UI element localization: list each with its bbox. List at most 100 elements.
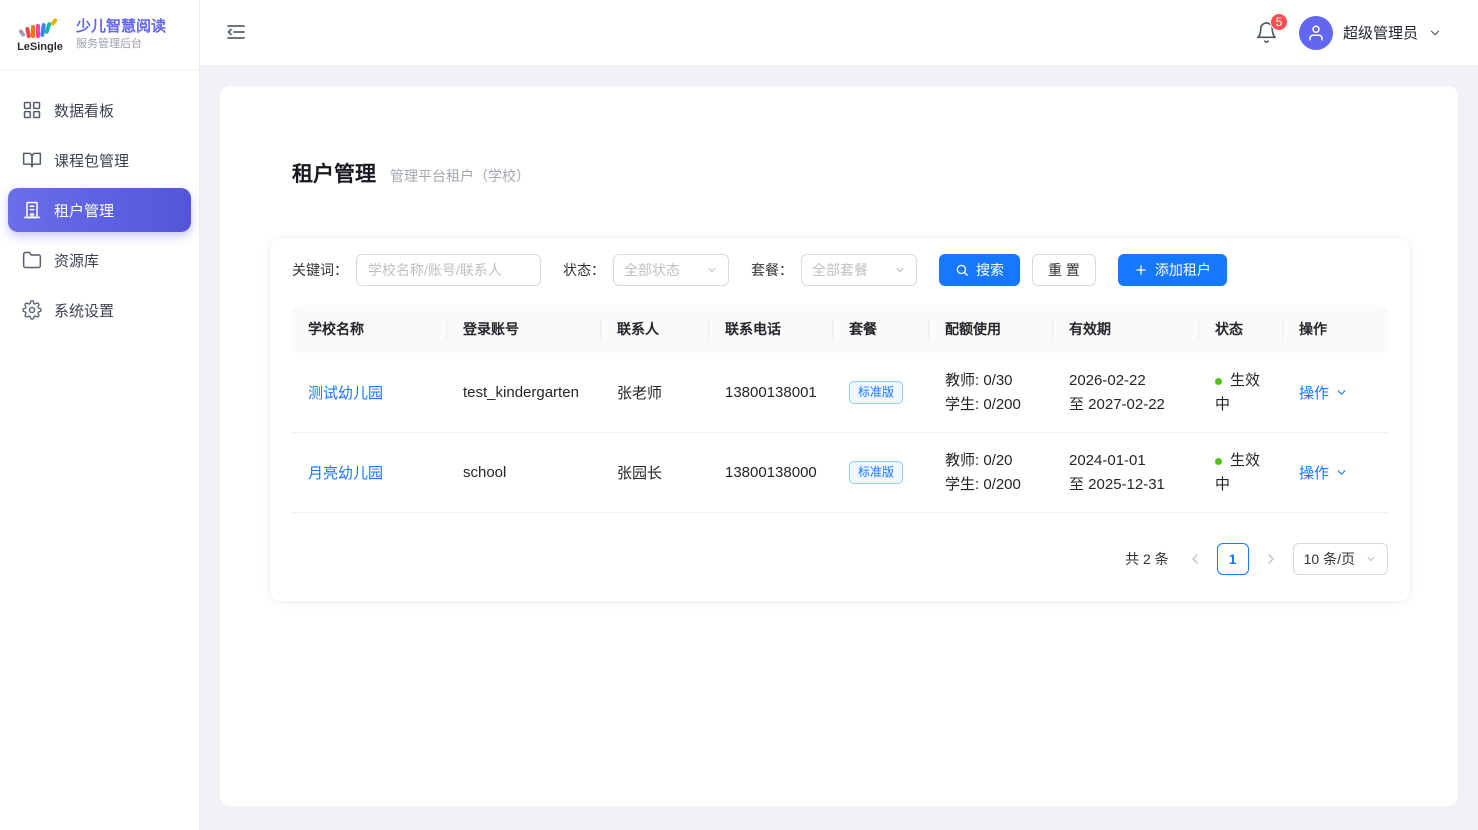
chevron-right-icon[interactable]	[1263, 551, 1279, 567]
brand: LeSingle 少儿智慧阅读 服务管理后台	[0, 0, 199, 70]
chevron-down-icon	[706, 264, 718, 276]
plus-icon	[1134, 263, 1148, 277]
sidebar-nav: 数据看板 课程包管理 租户管理 资源库 系统设置	[0, 70, 199, 350]
status-dot-green	[1215, 378, 1222, 385]
sidebar-item-label: 系统设置	[54, 300, 114, 321]
school-name-link[interactable]: 测试幼儿园	[308, 385, 383, 402]
sidebar-item-resources[interactable]: 资源库	[8, 238, 191, 282]
phone-cell: 13800138001	[709, 384, 833, 401]
keyword-label: 关键词：	[292, 260, 348, 280]
table-row: 测试幼儿园 test_kindergarten 张老师 13800138001 …	[292, 353, 1388, 433]
column-header-contact: 联系人	[601, 319, 709, 339]
user-menu[interactable]: 超级管理员	[1299, 16, 1442, 50]
column-header-quota: 配额使用	[929, 319, 1053, 339]
column-header-phone: 联系电话	[709, 319, 833, 339]
menu-fold-icon[interactable]	[224, 20, 250, 46]
keyword-input[interactable]	[356, 254, 541, 286]
sidebar-item-tenants[interactable]: 租户管理	[8, 188, 191, 232]
quota-cell: 教师: 0/20 学生: 0/200	[929, 449, 1053, 496]
plan-select-value: 全部套餐	[812, 260, 868, 280]
sidebar-item-dashboard[interactable]: 数据看板	[8, 88, 191, 132]
page-size-select[interactable]: 10 条/页	[1293, 543, 1388, 575]
column-header-account: 登录账号	[447, 319, 601, 339]
plan-tag: 标准版	[849, 381, 903, 403]
status-label: 状态：	[563, 260, 605, 280]
contact-cell: 张园长	[601, 462, 709, 483]
brand-subtitle: 服务管理后台	[76, 37, 166, 51]
row-actions-dropdown[interactable]: 操作	[1299, 462, 1386, 483]
topbar: 5 超级管理员	[200, 0, 1478, 66]
page-title: 租户管理	[292, 158, 376, 188]
brand-logo-text: LeSingle	[14, 41, 66, 53]
pagination: 共 2 条 1 10 条/页	[292, 543, 1388, 575]
page-subtitle: 管理平台租户（学校）	[390, 166, 530, 186]
filter-bar: 关键词： 状态： 全部状态 套餐： 全部套餐	[292, 254, 1388, 286]
notification-bell-icon[interactable]: 5	[1255, 21, 1279, 45]
dashboard-icon	[22, 100, 42, 120]
sidebar-item-label: 资源库	[54, 250, 99, 271]
page-number-button[interactable]: 1	[1217, 543, 1249, 575]
table-row: 月亮幼儿园 school 张园长 13800138000 标准版 教师: 0/2…	[292, 433, 1388, 513]
status-text: 生效中	[1215, 372, 1260, 412]
row-actions-dropdown[interactable]: 操作	[1299, 382, 1386, 403]
reset-button[interactable]: 重 置	[1032, 254, 1096, 286]
topbar-right: 5 超级管理员	[1255, 16, 1442, 50]
valid-to: 至 2027-02-22	[1069, 393, 1199, 416]
contact-cell: 张老师	[601, 382, 709, 403]
plan-label: 套餐：	[751, 260, 793, 280]
search-button-label: 搜索	[976, 260, 1004, 280]
column-header-status: 状态	[1199, 319, 1283, 339]
status-cell: 生效中	[1199, 369, 1283, 416]
chevron-down-icon	[1365, 553, 1377, 565]
column-header-plan: 套餐	[833, 319, 929, 339]
status-select[interactable]: 全部状态	[613, 254, 729, 286]
actions-label: 操作	[1299, 462, 1329, 483]
sidebar-item-label: 租户管理	[54, 200, 114, 221]
tenant-panel: 关键词： 状态： 全部状态 套餐： 全部套餐	[270, 238, 1410, 601]
sidebar: LeSingle 少儿智慧阅读 服务管理后台 数据看板 课程包管理 租户管理	[0, 0, 200, 830]
reset-button-label: 重 置	[1048, 260, 1080, 280]
avatar	[1299, 16, 1333, 50]
quota-teacher: 教师: 0/20	[945, 449, 1053, 472]
validity-cell: 2026-02-22 至 2027-02-22	[1053, 369, 1199, 416]
tenant-table: 学校名称 登录账号 联系人 联系电话 套餐 配额使用 有效期 状态 操作 测试幼…	[292, 305, 1388, 513]
sidebar-item-settings[interactable]: 系统设置	[8, 288, 191, 332]
status-dot-green	[1215, 458, 1222, 465]
building-icon	[22, 200, 42, 220]
valid-from: 2024-01-01	[1069, 449, 1199, 472]
chevron-left-icon[interactable]	[1187, 551, 1203, 567]
sidebar-item-label: 数据看板	[54, 100, 114, 121]
column-header-actions: 操作	[1283, 319, 1386, 339]
quota-student: 学生: 0/200	[945, 393, 1053, 416]
valid-from: 2026-02-22	[1069, 369, 1199, 392]
phone-cell: 13800138000	[709, 464, 833, 481]
validity-cell: 2024-01-01 至 2025-12-31	[1053, 449, 1199, 496]
search-button[interactable]: 搜索	[939, 254, 1020, 286]
status-text: 生效中	[1215, 452, 1260, 492]
chevron-down-icon	[1335, 386, 1348, 399]
school-name-link[interactable]: 月亮幼儿园	[308, 465, 383, 482]
main-card: 租户管理 管理平台租户（学校） 关键词： 状态： 全部状态 套餐： 全部套餐	[220, 86, 1458, 806]
add-tenant-button-label: 添加租户	[1155, 260, 1211, 280]
book-icon	[22, 150, 42, 170]
add-tenant-button[interactable]: 添加租户	[1118, 254, 1227, 286]
status-cell: 生效中	[1199, 449, 1283, 496]
quota-teacher: 教师: 0/30	[945, 369, 1053, 392]
chevron-down-icon	[1335, 466, 1348, 479]
gear-icon	[22, 300, 42, 320]
quota-student: 学生: 0/200	[945, 473, 1053, 496]
plan-select[interactable]: 全部套餐	[801, 254, 917, 286]
page-size-value: 10 条/页	[1304, 549, 1355, 569]
quota-cell: 教师: 0/30 学生: 0/200	[929, 369, 1053, 416]
brand-title: 少儿智慧阅读	[76, 18, 166, 37]
notification-badge: 5	[1270, 13, 1288, 31]
pagination-total: 共 2 条	[1125, 549, 1169, 569]
column-header-school: 学校名称	[292, 319, 447, 339]
valid-to: 至 2025-12-31	[1069, 473, 1199, 496]
account-cell: school	[447, 464, 601, 481]
username: 超级管理员	[1343, 22, 1418, 43]
brand-text: 少儿智慧阅读 服务管理后台	[76, 18, 166, 51]
table-header: 学校名称 登录账号 联系人 联系电话 套餐 配额使用 有效期 状态 操作	[292, 305, 1388, 353]
brand-logo: LeSingle	[14, 17, 66, 53]
sidebar-item-course-packages[interactable]: 课程包管理	[8, 138, 191, 182]
